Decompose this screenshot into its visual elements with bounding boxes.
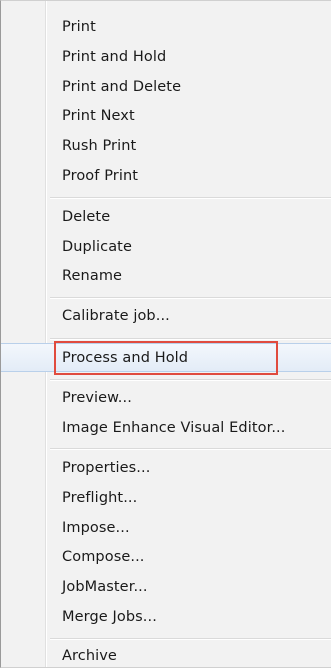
menu-item-calibrate-job[interactable]: Calibrate job...	[1, 302, 331, 330]
menu-item-label: Calibrate job...	[62, 308, 170, 324]
menu-separator	[50, 197, 331, 199]
menu-separator	[50, 448, 331, 450]
menu-item-label: Preflight...	[62, 490, 138, 506]
menu-item-label: Print	[62, 19, 96, 35]
menu-separator	[50, 379, 331, 381]
menu-item-label: Process and Hold	[62, 349, 189, 366]
menu-item-preview[interactable]: Preview...	[1, 384, 331, 412]
menu-item-rename[interactable]: Rename	[1, 262, 331, 290]
menu-item-label: Delete	[62, 209, 111, 225]
menu-item-print-next[interactable]: Print Next	[1, 102, 331, 130]
context-menu: Print Print and Hold Print and Delete Pr…	[0, 0, 331, 668]
menu-item-print-and-hold[interactable]: Print and Hold	[1, 43, 331, 71]
menu-item-label: Proof Print	[62, 168, 139, 184]
menu-item-label: Properties...	[62, 460, 151, 476]
menu-item-jobmaster[interactable]: JobMaster...	[1, 573, 331, 601]
menu-item-label: Rename	[62, 268, 123, 284]
menu-item-properties[interactable]: Properties...	[1, 454, 331, 482]
menu-item-rush-print[interactable]: Rush Print	[1, 132, 331, 160]
menu-item-label: JobMaster...	[62, 579, 148, 595]
menu-item-image-enhance-visual-editor[interactable]: Image Enhance Visual Editor...	[1, 414, 331, 442]
menu-item-impose[interactable]: Impose...	[1, 514, 331, 542]
menu-separator	[50, 297, 331, 299]
menu-item-label: Impose...	[62, 520, 130, 536]
menu-separator	[50, 338, 331, 340]
menu-item-archive[interactable]: Archive	[1, 643, 331, 668]
menu-item-print[interactable]: Print	[1, 13, 331, 41]
menu-item-proof-print[interactable]: Proof Print	[1, 162, 331, 190]
menu-item-label: Archive	[62, 647, 117, 664]
menu-separator	[50, 638, 331, 640]
menu-item-process-and-hold[interactable]: Process and Hold	[1, 343, 331, 372]
menu-item-merge-jobs[interactable]: Merge Jobs...	[1, 603, 331, 631]
menu-item-label: Rush Print	[62, 138, 137, 154]
menu-item-preflight[interactable]: Preflight...	[1, 484, 331, 512]
menu-item-delete[interactable]: Delete	[1, 203, 331, 231]
menu-item-print-and-delete[interactable]: Print and Delete	[1, 73, 331, 101]
menu-item-label: Duplicate	[62, 239, 132, 255]
menu-item-label: Merge Jobs...	[62, 609, 157, 625]
menu-item-label: Image Enhance Visual Editor...	[62, 420, 286, 436]
menu-item-label: Compose...	[62, 549, 145, 565]
menu-item-label: Preview...	[62, 390, 132, 406]
menu-item-compose[interactable]: Compose...	[1, 543, 331, 571]
menu-item-label: Print and Hold	[62, 49, 167, 65]
menu-item-label: Print Next	[62, 108, 135, 124]
menu-item-label: Print and Delete	[62, 79, 182, 95]
menu-item-duplicate[interactable]: Duplicate	[1, 233, 331, 261]
